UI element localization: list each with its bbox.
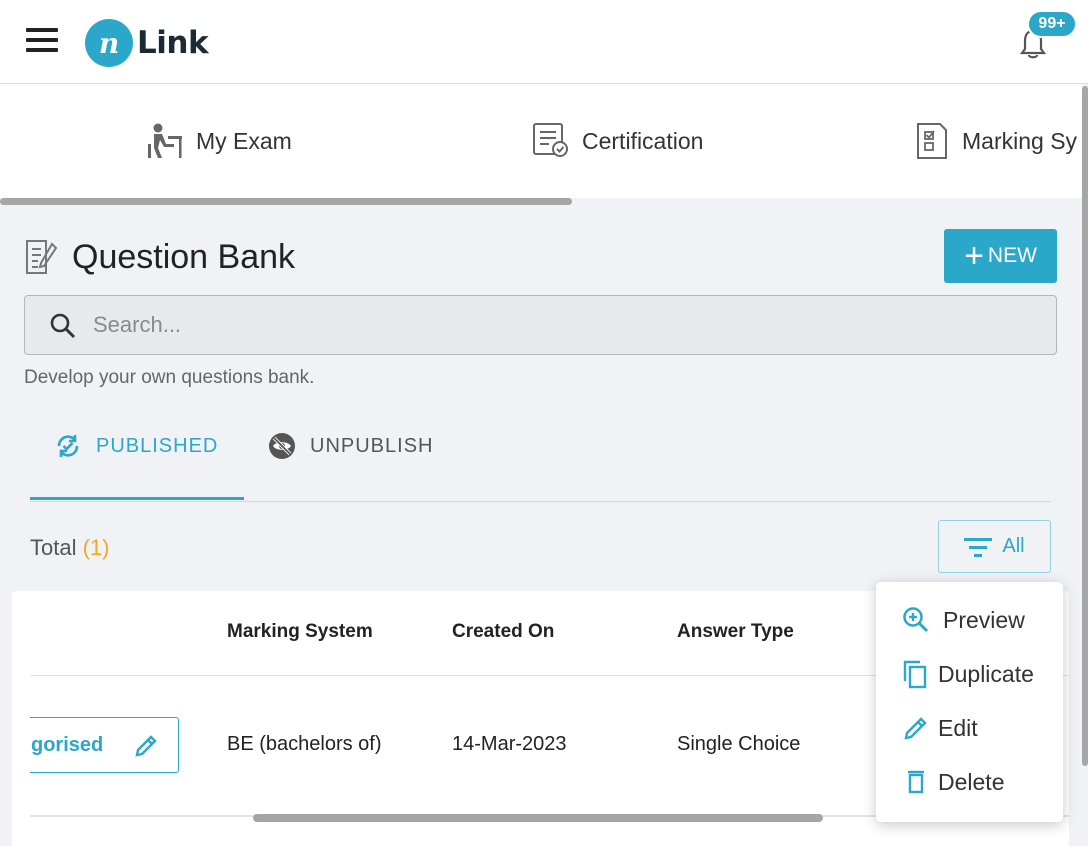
logo-mark: n (85, 19, 133, 67)
search-icon (50, 313, 76, 339)
menu-item-preview[interactable]: Preview (876, 596, 1063, 644)
tab-published[interactable]: PUBLISHED (54, 432, 218, 460)
cell-marking-system: BE (bachelors of) (227, 733, 382, 755)
total-label: Total (30, 535, 77, 560)
filter-icon (964, 537, 993, 557)
trash-icon (908, 770, 924, 794)
plus-icon: + (964, 237, 984, 275)
table-edge (12, 591, 30, 846)
student-desk-icon (148, 123, 182, 158)
zoom-in-icon (903, 607, 929, 633)
tabs-divider (30, 501, 1051, 502)
category-button[interactable]: gorised (12, 717, 179, 773)
cell-created-on: 14-Mar-2023 (452, 733, 567, 755)
menu-label: Delete (938, 768, 1005, 795)
menu-item-edit[interactable]: Edit (876, 704, 1063, 752)
active-tab-indicator (30, 497, 244, 500)
menu-item-duplicate[interactable]: Duplicate (876, 650, 1063, 698)
nav-item-marking-system[interactable]: Marking Sy (916, 122, 1077, 160)
marking-sheet-icon (917, 123, 947, 159)
table-scrollbar[interactable] (253, 814, 823, 822)
search-bar (24, 295, 1057, 355)
nav-label: Marking Sy (962, 127, 1078, 154)
total-number: (1) (82, 535, 110, 560)
category-label: gorised (31, 734, 104, 756)
menu-item-delete[interactable]: Delete (876, 758, 1063, 806)
pencil-icon[interactable] (133, 733, 159, 759)
column-header: Created On (452, 621, 555, 642)
copy-icon (903, 660, 927, 689)
page-title: Question Bank (72, 238, 296, 276)
menu-label: Preview (943, 606, 1025, 633)
top-bar: n Link 99+ (0, 0, 1088, 84)
nav-label: My Exam (196, 127, 292, 154)
nav-label: Certification (582, 127, 704, 154)
cell-answer-type: Single Choice (677, 733, 801, 755)
notification-badge: 99+ (1027, 10, 1077, 38)
row-action-menu: Preview Duplicate Edit Delete (876, 582, 1063, 822)
search-input[interactable] (93, 306, 1033, 344)
question-bank-icon (26, 240, 58, 274)
nav-item-my-exam[interactable]: My Exam (146, 122, 292, 160)
menu-label: Duplicate (938, 660, 1034, 687)
module-nav: My Exam Certification Marking Sy (0, 84, 1082, 198)
filter-button[interactable]: All (938, 520, 1051, 573)
eye-off-icon (269, 433, 295, 459)
menu-label: Edit (938, 714, 978, 741)
certificate-icon (533, 123, 568, 157)
tab-label: UNPUBLISH (310, 434, 434, 457)
menu-icon[interactable] (26, 28, 58, 56)
nav-scrollbar[interactable] (0, 198, 572, 205)
new-button-label: NEW (987, 244, 1037, 267)
column-header: Marking System (227, 621, 373, 642)
helper-text: Develop your own questions bank. (24, 367, 315, 388)
tab-label: PUBLISHED (96, 434, 219, 457)
tab-unpublish[interactable]: UNPUBLISH (268, 432, 433, 460)
new-button[interactable]: + NEW (944, 229, 1057, 283)
refresh-check-icon (57, 435, 79, 457)
column-header: Answer Type (677, 621, 794, 642)
logo-text: Link (137, 25, 209, 61)
app-logo[interactable]: n Link (85, 19, 209, 67)
total-count: Total (1) (30, 535, 110, 561)
pencil-icon (904, 717, 927, 740)
page-scrollbar[interactable] (1082, 86, 1088, 766)
nav-item-certification[interactable]: Certification (532, 122, 703, 160)
filter-label: All (1002, 535, 1025, 557)
